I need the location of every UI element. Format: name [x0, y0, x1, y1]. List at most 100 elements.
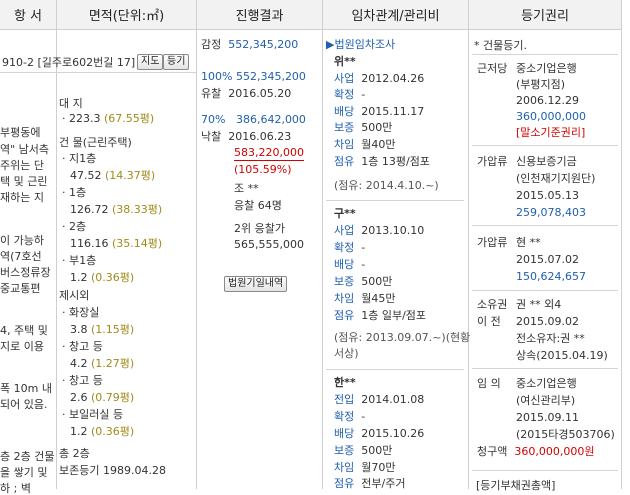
bidder-count: 응찰 64명 [234, 199, 282, 212]
registry-amount: 150,624,657 [516, 270, 586, 283]
court-lease-link[interactable]: ▶법원임차조사 [326, 38, 395, 51]
desc-line: 폭 10m 내 [0, 382, 52, 395]
tenant-row: 보증 500만 [334, 121, 393, 134]
desc-line: 버스정류장 [0, 266, 51, 279]
registry-label: 근저당 [477, 62, 508, 75]
floor-name: · 1층 [62, 186, 87, 199]
tenant-row: 보증 500만 [334, 275, 393, 288]
registry-value: 신용보증기금 [516, 155, 577, 168]
excl-name: · 화장실 [62, 306, 100, 319]
floor-area: 1.2 (0.36평) [70, 271, 135, 284]
desc-line: 주위는 단 [0, 159, 44, 172]
registry-value: (여신관리부) [516, 394, 576, 407]
registry-divider [472, 54, 618, 55]
header-area: 면적(단위:㎡) [57, 0, 196, 30]
base-right-tag: [말소기준권리] [516, 126, 586, 139]
desc-line: 역(7호선 [0, 250, 42, 263]
floor-area: 126.72 (38.33평) [70, 203, 163, 216]
column-divider [56, 0, 57, 489]
registry-divider [472, 225, 618, 226]
floor-name: · 부1층 [62, 254, 97, 267]
registry-value: 중소기업은행 [516, 377, 577, 390]
second-bid-label: 2위 응찰가 [234, 222, 285, 235]
registry-label: 가압류 [477, 236, 508, 249]
row-divider [0, 72, 196, 73]
tenant-divider [326, 369, 464, 370]
claim-row: 청구액 360,000,000원 [477, 445, 595, 458]
header-lease: 임차관계/관리비 [323, 0, 468, 30]
registry-value: (인천재기지원단) [516, 172, 596, 185]
desc-line: 을 쌓기 및 [0, 466, 48, 479]
building-title: 건 물(근린주택) [59, 136, 132, 149]
desc-line: 지로 이용 [0, 340, 44, 353]
round2-row: 70% 386,642,000 [201, 113, 306, 126]
court-schedule-button[interactable]: 법원기일내역 [224, 276, 288, 292]
excl-name: · 창고 등 [62, 374, 103, 387]
land-title: 대 지 [59, 97, 83, 110]
registry-button[interactable]: 등기 [163, 54, 190, 70]
column-divider [196, 0, 197, 489]
registry-value: 현 ** [516, 236, 541, 249]
tenant-row: 점유 전부/주거 [334, 477, 406, 490]
tenant-row: 보증 500만 [334, 444, 393, 457]
header-progress: 진행결과 [197, 0, 322, 30]
tenant-note: (점유: 2013.09.07.~)(현황 [334, 331, 471, 344]
tenant-note: 서상) [334, 347, 359, 360]
registry-value: (부평지점) [516, 78, 566, 91]
desc-line: 중교통편 [0, 282, 41, 295]
map-button[interactable]: 지도 [137, 54, 164, 70]
tenant-row: 차임 월70만 [334, 461, 396, 474]
tenant-name: 한** [334, 376, 356, 389]
sold-row: 낙찰 2016.06.23 [201, 130, 292, 143]
excl-area: 1.2 (0.36평) [70, 425, 135, 438]
sold-price: 583,220,000 [234, 146, 304, 161]
tenant-row: 배당 2015.10.26 [334, 427, 425, 440]
appraisal-row: 감정 552,345,200 [201, 38, 299, 51]
round1-row: 100% 552,345,200 [201, 70, 306, 83]
excluded-title: 제시외 [59, 289, 90, 302]
column-divider [468, 0, 469, 489]
desc-line: 4, 주택 및 [0, 324, 48, 337]
registry-value: 상속(2015.04.19) [516, 349, 608, 362]
land-area: · 223.3 (67.55평) [62, 112, 155, 125]
registry-divider [472, 290, 618, 291]
registry-total: [등기부채권총액] [476, 479, 556, 492]
tenant-row: 사업 2013.10.10 [334, 224, 425, 237]
registry-head: * 건물등기. [474, 39, 527, 52]
excl-name: · 창고 등 [62, 340, 103, 353]
floor-area: 47.52 (14.37평) [70, 169, 156, 182]
total-floors: 총 2층 [59, 447, 90, 460]
address-text: 910-2 [길주로602번길 17] [2, 56, 136, 69]
tenant-divider [326, 200, 464, 201]
excl-area: 4.2 (1.27평) [70, 357, 135, 370]
tenant-row: 점유 1층 13평/점포 [334, 155, 430, 168]
registry-value: 전소유자:권 ** [516, 332, 585, 345]
desc-line: 층 2층 건물 [0, 450, 55, 463]
registry-label: 가압류 [477, 155, 508, 168]
sold-rate: (105.59%) [234, 163, 292, 176]
desc-line: 재하는 지 [0, 191, 44, 204]
tenant-row: 사업 2012.04.26 [334, 72, 425, 85]
header-registry: 등기권리 [469, 0, 621, 30]
registry-value: 중소기업은행 [516, 62, 577, 75]
preservation-registry: 보존등기 1989.04.28 [59, 464, 166, 477]
tenant-row: 차임 월45만 [334, 292, 396, 305]
floor-area: 116.16 (35.14평) [70, 237, 163, 250]
registry-divider [472, 145, 618, 146]
registry-divider [472, 470, 618, 471]
tenant-row: 배당 - [334, 258, 366, 271]
second-bid-value: 565,555,000 [234, 238, 304, 251]
desc-line: 부평동에 [0, 126, 41, 139]
registry-label: 소유권 [477, 298, 508, 311]
tenant-row: 전입 2014.01.08 [334, 393, 425, 406]
floor-name: · 지1층 [62, 152, 97, 165]
registry-value: (2015타경503706) [516, 428, 615, 441]
buyer-name: 조 ** [234, 182, 259, 195]
tenant-row: 배당 2015.11.17 [334, 105, 425, 118]
tenant-row: 확정 - [334, 88, 366, 101]
excl-area: 3.8 (1.15평) [70, 323, 135, 336]
desc-line: 역" 남서측 [0, 143, 50, 156]
tenant-row: 확정 - [334, 410, 366, 423]
round1-result: 유찰 2016.05.20 [201, 87, 292, 100]
tenant-name: 위** [334, 55, 356, 68]
